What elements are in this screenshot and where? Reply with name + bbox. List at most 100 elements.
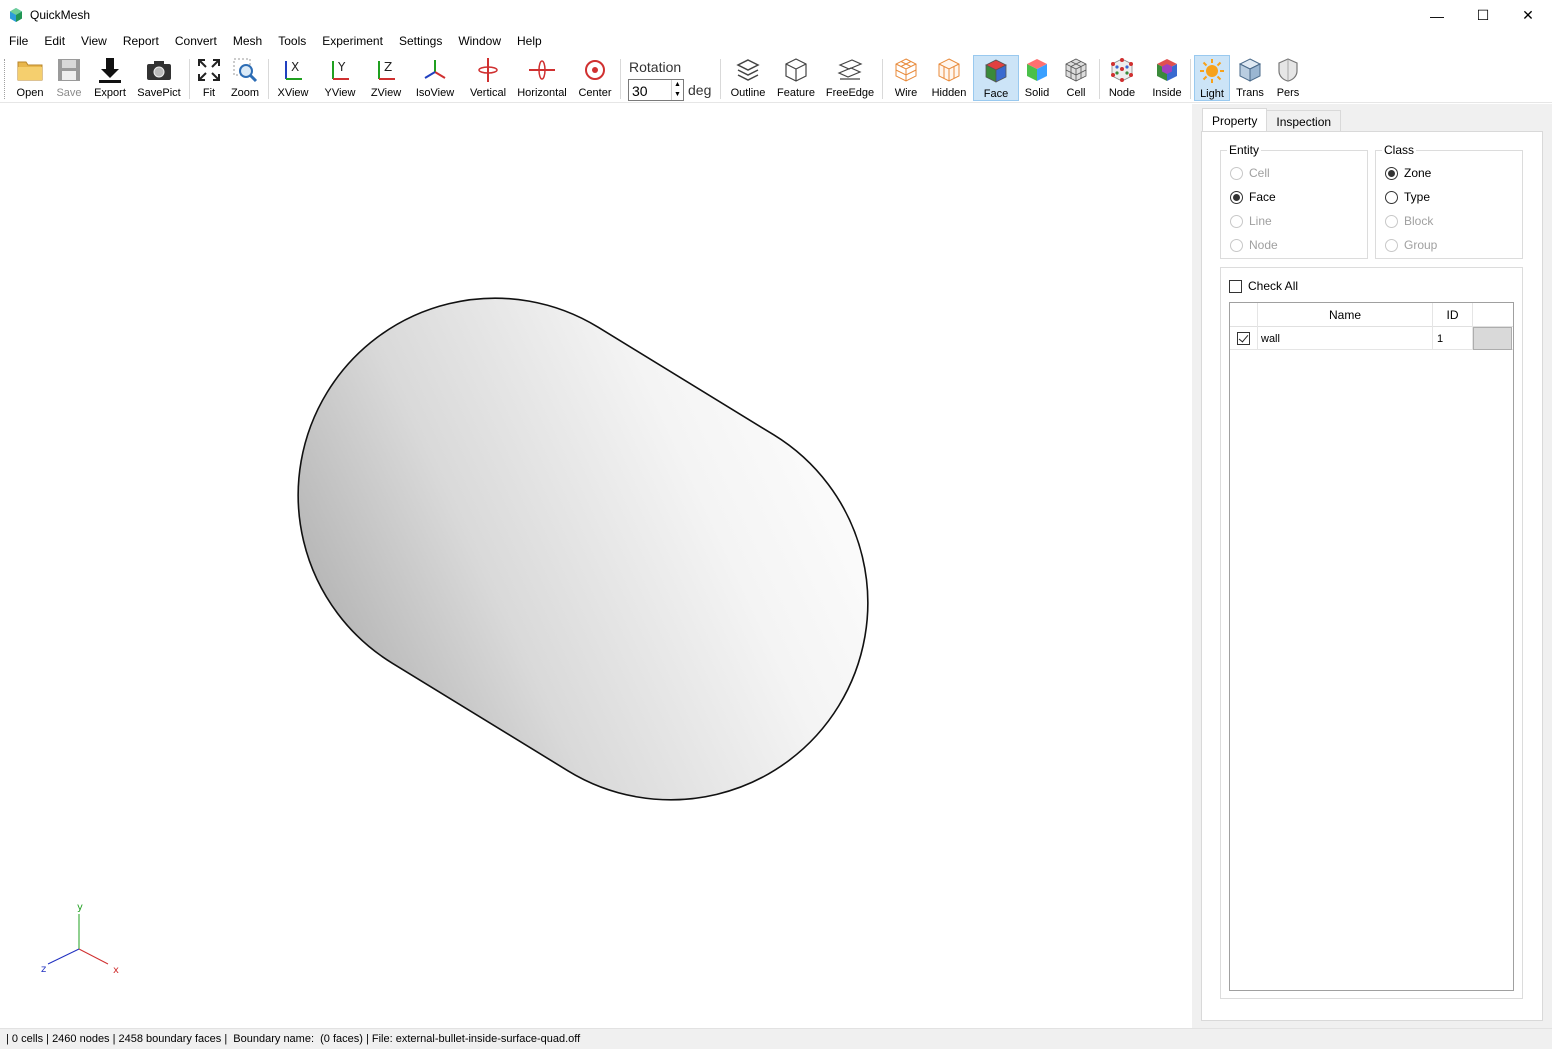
entity-face-radio[interactable]: Face: [1230, 190, 1276, 204]
check-all-checkbox[interactable]: Check All: [1229, 279, 1298, 293]
splitter[interactable]: [1192, 104, 1200, 1028]
mesh-viewport[interactable]: y x z: [0, 104, 1192, 1028]
freeedge-label: FreeEdge: [825, 87, 875, 99]
wire-button[interactable]: Wire: [889, 55, 923, 101]
menu-tools[interactable]: Tools: [270, 31, 314, 53]
inside-label: Inside: [1152, 87, 1182, 99]
savepict-button[interactable]: SavePict: [136, 55, 182, 101]
horizontal-rotate-icon: [529, 60, 555, 80]
class-group-radio[interactable]: Group: [1385, 238, 1437, 252]
rotation-spinner[interactable]: ▲ ▼: [671, 80, 683, 100]
svg-text:X: X: [291, 60, 299, 74]
menu-file[interactable]: File: [0, 31, 36, 53]
class-block-label: Block: [1404, 214, 1434, 228]
floppy-disk-icon: [58, 59, 80, 81]
hidden-button[interactable]: Hidden: [929, 55, 969, 101]
window-title: QuickMesh: [30, 8, 91, 22]
fit-to-window-icon: [198, 59, 220, 81]
toolbar-separator: [1190, 59, 1191, 99]
entity-node-label: Node: [1249, 238, 1278, 252]
x-axis-view-icon: X: [285, 60, 302, 80]
cell-mesh-icon: [1065, 58, 1087, 82]
open-button[interactable]: Open: [12, 55, 48, 101]
zoom-button[interactable]: Zoom: [229, 55, 261, 101]
table-row[interactable]: wall 1: [1230, 327, 1513, 350]
sun-light-icon: [1200, 59, 1224, 83]
class-type-radio[interactable]: Type: [1385, 190, 1430, 204]
spin-down-icon[interactable]: ▼: [672, 90, 683, 100]
entity-group-title: Entity: [1227, 143, 1262, 157]
header-name[interactable]: Name: [1258, 303, 1433, 327]
yview-button[interactable]: Y YView: [320, 55, 360, 101]
rotation-stepper[interactable]: 30 ▲ ▼: [628, 79, 684, 101]
hidden-line-cube-icon: [938, 58, 960, 82]
entity-cell-radio[interactable]: Cell: [1230, 166, 1270, 180]
cell-button[interactable]: Cell: [1060, 55, 1092, 101]
menu-help[interactable]: Help: [509, 31, 550, 53]
menu-view[interactable]: View: [73, 31, 115, 53]
solid-button[interactable]: Solid: [1022, 55, 1052, 101]
vertical-button[interactable]: Vertical: [466, 55, 510, 101]
maximize-button[interactable]: ☐: [1460, 0, 1506, 31]
spin-up-icon[interactable]: ▲: [672, 80, 683, 90]
outline-button[interactable]: Outline: [728, 55, 768, 101]
toolbar-separator: [720, 59, 721, 99]
feature-button[interactable]: Feature: [774, 55, 818, 101]
toolbar-separator: [882, 59, 883, 99]
savepict-label: SavePict: [137, 87, 181, 99]
zview-label: ZView: [370, 87, 402, 99]
menu-report[interactable]: Report: [115, 31, 167, 53]
fit-button[interactable]: Fit: [194, 55, 224, 101]
minimize-button[interactable]: —: [1414, 0, 1460, 31]
capsule-mesh[interactable]: [224, 224, 941, 874]
toolbar: Open Save Export SavePict Fit Zoom X XVi…: [0, 53, 1552, 103]
horizontal-button[interactable]: Horizontal: [514, 55, 570, 101]
inside-button[interactable]: Inside: [1148, 55, 1186, 101]
toolbar-grip[interactable]: [4, 59, 7, 99]
outline-layers-icon: [736, 59, 760, 81]
zview-button[interactable]: Z ZView: [366, 55, 406, 101]
center-button[interactable]: Center: [576, 55, 614, 101]
tab-inspection[interactable]: Inspection: [1266, 110, 1342, 132]
face-button[interactable]: Face: [973, 55, 1019, 101]
trans-button[interactable]: Trans: [1234, 55, 1266, 101]
class-zone-radio[interactable]: Zone: [1385, 166, 1431, 180]
face-label: Face: [983, 88, 1009, 100]
row-checkbox[interactable]: [1230, 327, 1258, 350]
toolbar-separator: [268, 59, 269, 99]
row-color-button[interactable]: [1473, 327, 1512, 350]
xview-button[interactable]: X XView: [274, 55, 312, 101]
light-button[interactable]: Light: [1194, 55, 1230, 101]
yview-label: YView: [324, 87, 356, 99]
isoview-button[interactable]: IsoView: [412, 55, 458, 101]
menu-window[interactable]: Window: [450, 31, 509, 53]
xview-label: XView: [277, 87, 309, 99]
toolbar-separator: [620, 59, 621, 99]
tab-property[interactable]: Property: [1202, 108, 1268, 132]
save-button[interactable]: Save: [52, 55, 86, 101]
zone-table-header: Name ID: [1230, 303, 1513, 327]
class-group-title: Class: [1382, 143, 1417, 157]
menu-edit[interactable]: Edit: [36, 31, 73, 53]
pers-button[interactable]: Pers: [1272, 55, 1304, 101]
trans-label: Trans: [1236, 87, 1264, 99]
menu-experiment[interactable]: Experiment: [314, 31, 391, 53]
title-bar: QuickMesh — ☐ ✕: [0, 0, 1552, 31]
freeedge-button[interactable]: FreeEdge: [824, 55, 876, 101]
check-all-box[interactable]: [1229, 279, 1242, 293]
solid-label: Solid: [1024, 87, 1050, 99]
entity-node-radio[interactable]: Node: [1230, 238, 1278, 252]
class-block-radio[interactable]: Block: [1385, 214, 1433, 228]
close-button[interactable]: ✕: [1505, 0, 1551, 31]
axis-x-label: x: [113, 965, 119, 976]
mesh-render[interactable]: y x z: [0, 104, 1192, 1028]
menu-settings[interactable]: Settings: [391, 31, 450, 53]
check-all-label: Check All: [1248, 279, 1299, 293]
header-id[interactable]: ID: [1433, 303, 1473, 327]
entity-line-radio[interactable]: Line: [1230, 214, 1272, 228]
menu-mesh[interactable]: Mesh: [225, 31, 270, 53]
rotation-value[interactable]: 30: [632, 83, 648, 99]
export-button[interactable]: Export: [92, 55, 128, 101]
menu-convert[interactable]: Convert: [167, 31, 225, 53]
node-button[interactable]: Node: [1104, 55, 1140, 101]
